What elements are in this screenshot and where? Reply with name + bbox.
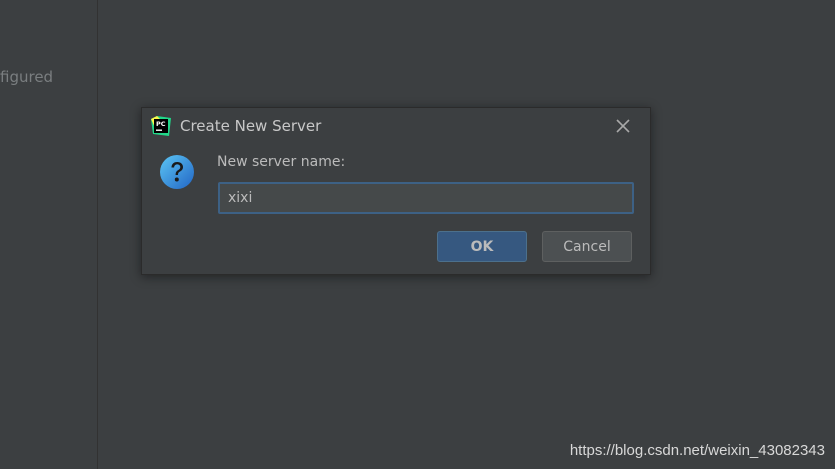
create-new-server-dialog: PC Create New Server New server name: xi… [141,107,651,275]
app-icon-letters: PC [156,120,166,128]
cancel-button[interactable]: Cancel [542,231,632,262]
dialog-title: Create New Server [180,117,322,135]
close-icon[interactable] [612,115,634,137]
dialog-title-bar: PC Create New Server [142,108,650,144]
side-panel: figured [0,0,98,469]
side-panel-text: figured [0,68,54,86]
question-icon [159,154,195,190]
server-name-label: New server name: [217,154,346,170]
watermark-url: https://blog.csdn.net/weixin_43082343 [569,442,825,459]
server-name-input[interactable] [218,182,634,214]
ide-window: figured PC Create New Server New server … [0,0,835,469]
pycharm-logo-icon: PC [151,116,171,136]
ok-button[interactable]: OK [437,231,527,262]
